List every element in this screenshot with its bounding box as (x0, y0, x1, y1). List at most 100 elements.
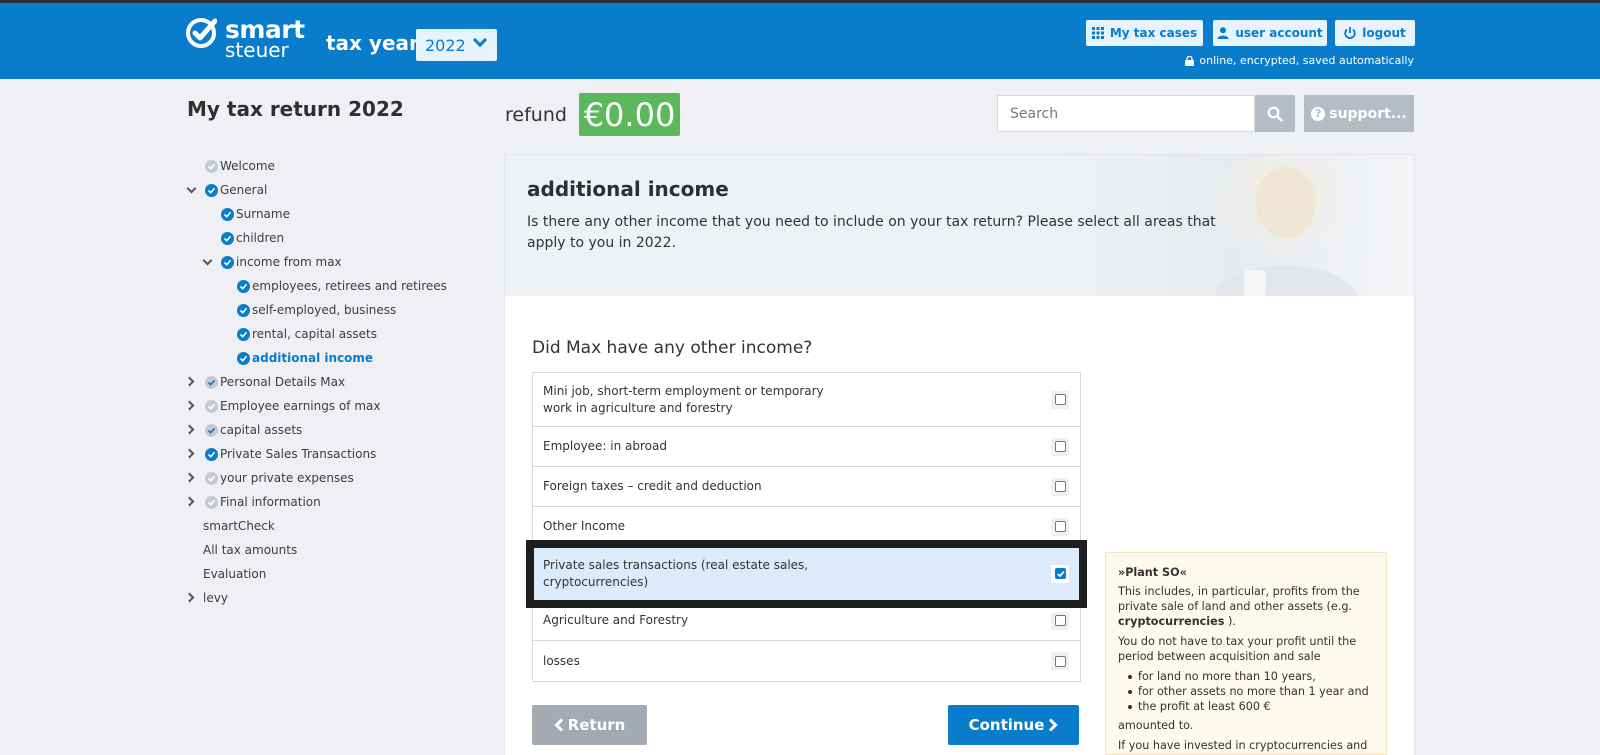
smartsteuer-logo[interactable]: smart steuer (185, 17, 305, 60)
sidebar-item-private-expenses[interactable]: your private expenses (184, 468, 354, 488)
check-circle-icon (205, 375, 218, 389)
my-tax-cases-label: My tax cases (1109, 26, 1198, 40)
sidebar-item-additional-income[interactable]: additional income (237, 348, 373, 368)
option-other-income[interactable]: Other Income (533, 507, 1080, 547)
sidebar-item-private-sales[interactable]: Private Sales Transactions (184, 444, 376, 464)
my-tax-cases-button[interactable]: My tax cases (1086, 20, 1203, 46)
tax-year-label: tax year (326, 31, 419, 55)
option-label: Private sales transactions (real estate … (543, 557, 809, 589)
sidebar-item-general[interactable]: General (186, 180, 268, 200)
option-label: Foreign taxes – credit and deduction (543, 479, 762, 493)
sidebar-item-label: levy (203, 591, 228, 605)
continue-button[interactable]: Continue (948, 705, 1079, 745)
card-hero: additional income Is there any other inc… (505, 155, 1414, 296)
sidebar-item-smartcheck[interactable]: smartCheck (203, 516, 275, 536)
sidebar-item-label: General (220, 183, 268, 197)
sidebar-item-all-tax-amounts[interactable]: All tax amounts (203, 540, 297, 560)
return-button[interactable]: Return (532, 705, 647, 745)
check-circle-icon (221, 207, 234, 221)
sidebar-item-label: additional income (252, 351, 374, 365)
grid-icon (1091, 27, 1104, 39)
check-circle-icon (237, 351, 250, 365)
chevron-right-icon (184, 376, 195, 387)
power-icon (1344, 27, 1356, 39)
sidebar-item-self-employed[interactable]: self-employed, business (237, 300, 396, 320)
user-account-label: user account (1235, 26, 1323, 40)
check-circle-icon (205, 447, 218, 461)
secure-note-text: online, encrypted, saved automatically (1199, 54, 1414, 67)
support-button[interactable]: ? support... (1304, 95, 1414, 132)
sidebar-item-label: All tax amounts (203, 543, 298, 557)
help-paragraph-4: If you have invested in cryptocurrencies… (1118, 739, 1368, 752)
top-bar: smart steuer tax year 2022 My tax cases … (0, 0, 1600, 79)
option-label: Employee: in abroad (543, 439, 667, 453)
sidebar-item-personal-details[interactable]: Personal Details Max (184, 372, 345, 392)
chevron-right-icon (184, 400, 195, 411)
card-title: additional income (527, 177, 729, 201)
option-checkbox[interactable] (1051, 437, 1069, 456)
sidebar-item-levy[interactable]: levy (184, 588, 228, 608)
sidebar-item-welcome[interactable]: Welcome (205, 156, 275, 176)
search-button[interactable] (1255, 95, 1295, 132)
check-circle-icon (237, 327, 250, 341)
option-checkbox[interactable] (1051, 477, 1069, 496)
option-private-sales[interactable]: Private sales transactions (real estate … (526, 540, 1087, 608)
check-circle-icon (221, 255, 234, 269)
chevron-left-icon (554, 718, 563, 732)
checkbox-unchecked-icon (1054, 441, 1066, 452)
sidebar-item-employee-earnings[interactable]: Employee earnings of max (184, 396, 381, 416)
income-options-list: Mini job, short-term employment or tempo… (526, 372, 1087, 682)
refund-label: refund (505, 104, 567, 126)
tax-year-select[interactable]: 2022 (416, 29, 497, 61)
sidebar-item-capital-assets[interactable]: capital assets (184, 420, 303, 440)
checkbox-unchecked-icon (1054, 521, 1066, 532)
sidebar-item-label: your private expenses (220, 471, 354, 485)
sidebar-item-label: Surname (236, 207, 290, 221)
option-label: Mini job, short-term employment or tempo… (543, 383, 824, 415)
return-label: Return (567, 716, 626, 734)
option-losses[interactable]: losses (533, 641, 1080, 681)
option-label: Other Income (543, 519, 626, 533)
checkbox-unchecked-icon (1054, 655, 1066, 667)
logout-button[interactable]: logout (1335, 20, 1415, 46)
chevron-down-icon (472, 32, 488, 48)
sidebar-item-label: Evaluation (203, 567, 267, 581)
option-checkbox[interactable] (1051, 390, 1069, 409)
card-description: Is there any other income that you need … (527, 214, 1216, 251)
sidebar-item-label: capital assets (220, 423, 303, 437)
sidebar-item-surname[interactable]: Surname (221, 204, 290, 224)
option-checkbox[interactable] (1051, 611, 1069, 630)
option-foreign-taxes[interactable]: Foreign taxes – credit and deduction (533, 467, 1080, 507)
user-account-button[interactable]: user account (1213, 20, 1327, 46)
sidebar-item-children[interactable]: children (221, 228, 284, 248)
support-label: support... (1329, 105, 1407, 122)
option-agriculture[interactable]: Agriculture and Forestry (533, 601, 1080, 641)
tax-year-value: 2022 (425, 35, 466, 55)
sidebar-item-label: Employee earnings of max (220, 399, 381, 413)
checkbox-unchecked-icon (1054, 394, 1066, 405)
user-icon (1217, 27, 1229, 39)
question-text: Did Max have any other income? (532, 338, 813, 358)
sidebar-item-final-information[interactable]: Final information (184, 492, 321, 512)
chevron-right-icon (184, 448, 195, 459)
help-title: »Plant SO« (1118, 566, 1187, 579)
sidebar-item-label: rental, capital assets (252, 327, 377, 341)
option-employee-abroad[interactable]: Employee: in abroad (533, 427, 1080, 467)
sidebar-item-evaluation[interactable]: Evaluation (203, 564, 266, 584)
option-checkbox[interactable] (1051, 652, 1069, 670)
search-input[interactable] (997, 95, 1255, 132)
sidebar-item-label: Welcome (220, 159, 275, 173)
help-paragraph-1: This includes, in particular, profits fr… (1118, 584, 1374, 629)
sidebar-item-employees[interactable]: employees, retirees and retirees (237, 276, 447, 296)
option-mini-job[interactable]: Mini job, short-term employment or tempo… (533, 373, 1080, 427)
sidebar-item-income-from-max[interactable]: income from max (202, 252, 342, 272)
option-label: Agriculture and Forestry (543, 613, 689, 627)
chevron-right-icon (1049, 718, 1059, 732)
check-circle-icon (221, 231, 234, 245)
sidebar-item-rental[interactable]: rental, capital assets (237, 324, 377, 344)
secure-note: online, encrypted, saved automatically (1185, 54, 1414, 67)
chevron-right-icon (184, 592, 195, 603)
option-checkbox[interactable] (1051, 517, 1069, 536)
option-checkbox[interactable] (1051, 564, 1069, 583)
sidebar-item-label: smartCheck (203, 519, 275, 533)
